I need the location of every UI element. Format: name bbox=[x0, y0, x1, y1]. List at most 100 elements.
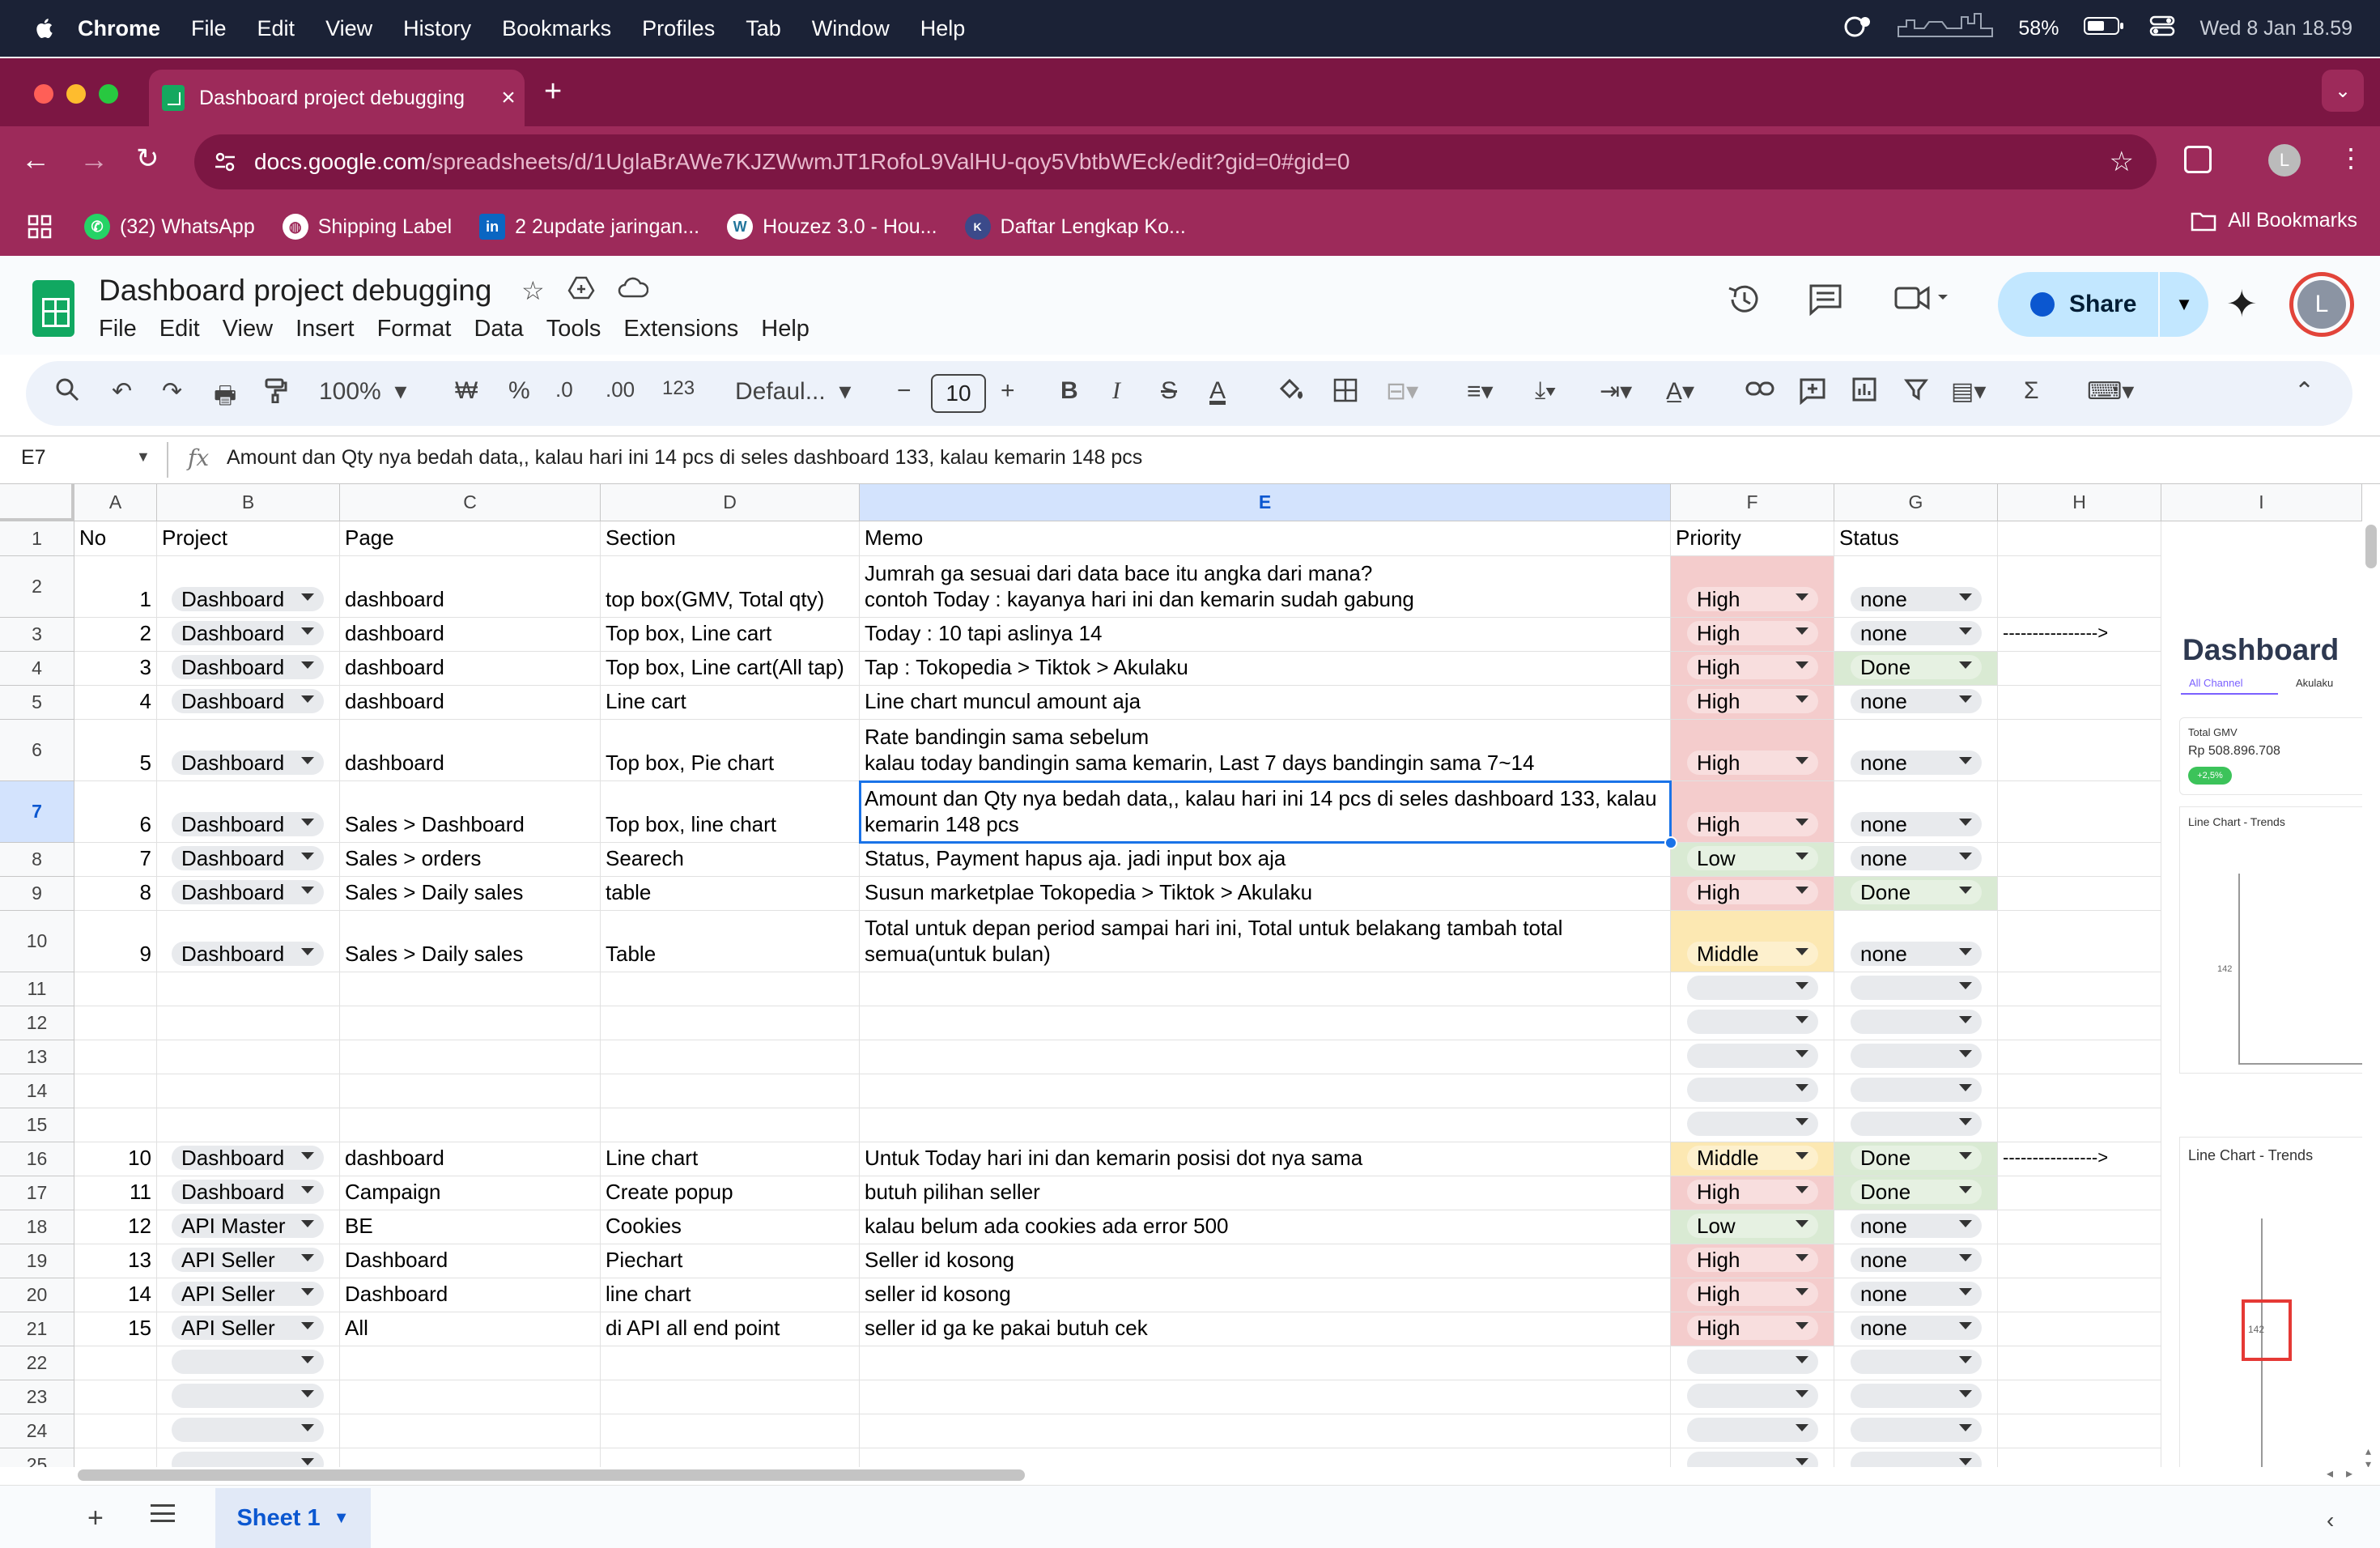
cell-section[interactable]: Cookies bbox=[601, 1210, 860, 1244]
cell-page[interactable] bbox=[340, 1380, 601, 1414]
cell-page[interactable]: dashboard bbox=[340, 1142, 601, 1176]
cell-page[interactable]: Sales > Daily sales bbox=[340, 877, 601, 911]
status-dropdown-chip[interactable]: none bbox=[1851, 846, 1982, 870]
project-dropdown-chip[interactable]: Dashboard bbox=[172, 942, 324, 966]
all-bookmarks-button[interactable]: All Bookmarks bbox=[2191, 209, 2357, 232]
cell-memo[interactable] bbox=[860, 1006, 1671, 1040]
cell-no[interactable] bbox=[74, 1380, 157, 1414]
cell-h[interactable]: ----------------> bbox=[1998, 618, 2161, 652]
cell-memo[interactable] bbox=[860, 1448, 1671, 1467]
row-header[interactable]: 14 bbox=[0, 1074, 74, 1108]
cell-memo[interactable]: Tap : Tokopedia > Tiktok > Akulaku bbox=[860, 652, 1671, 686]
cell-page[interactable] bbox=[340, 1108, 601, 1142]
cell-section[interactable] bbox=[601, 1414, 860, 1448]
decrease-decimal-button[interactable]: .0 bbox=[555, 377, 573, 402]
row-header[interactable]: 17 bbox=[0, 1176, 74, 1210]
cell-section[interactable] bbox=[601, 1346, 860, 1380]
priority-dropdown-chip[interactable]: Middle bbox=[1687, 942, 1818, 966]
cell-section[interactable] bbox=[601, 1074, 860, 1108]
hide-menus-icon[interactable]: ⌃ bbox=[2294, 377, 2314, 406]
cell-h[interactable] bbox=[1998, 1278, 2161, 1312]
cell-section[interactable]: Piechart bbox=[601, 1244, 860, 1278]
cell-no[interactable] bbox=[74, 1006, 157, 1040]
row-header[interactable]: 19 bbox=[0, 1244, 74, 1278]
status-dropdown-chip[interactable]: Done bbox=[1851, 1180, 1982, 1204]
percent-format-button[interactable]: % bbox=[508, 377, 530, 405]
status-dropdown-chip[interactable]: none bbox=[1851, 689, 1982, 713]
cell-page[interactable]: dashboard bbox=[340, 556, 601, 618]
priority-dropdown-chip[interactable] bbox=[1687, 1112, 1818, 1136]
column-header-f[interactable]: F bbox=[1671, 484, 1834, 521]
filter-icon[interactable] bbox=[1904, 377, 1928, 408]
cell-project[interactable] bbox=[157, 1040, 340, 1074]
column-header-b[interactable]: B bbox=[157, 484, 340, 521]
status-dropdown-chip[interactable] bbox=[1851, 1384, 1982, 1408]
row-header[interactable]: 16 bbox=[0, 1142, 74, 1176]
cell-project[interactable] bbox=[157, 972, 340, 1006]
header-cell-no[interactable]: No bbox=[74, 521, 157, 556]
bookmark-whatsapp[interactable]: ✆ (32) WhatsApp bbox=[84, 214, 255, 240]
project-dropdown-chip[interactable] bbox=[172, 1452, 324, 1467]
cell-h[interactable] bbox=[1998, 972, 2161, 1006]
project-dropdown-chip[interactable]: Dashboard bbox=[172, 846, 324, 870]
project-dropdown-chip[interactable]: API Seller bbox=[172, 1282, 324, 1306]
sheets-menu-insert[interactable]: Insert bbox=[295, 316, 355, 342]
cell[interactable] bbox=[1998, 521, 2161, 556]
cell-no[interactable] bbox=[74, 1414, 157, 1448]
cell-no[interactable] bbox=[74, 972, 157, 1006]
status-dropdown-chip[interactable] bbox=[1851, 1452, 1982, 1467]
project-dropdown-chip[interactable] bbox=[172, 1350, 324, 1374]
project-dropdown-chip[interactable]: API Seller bbox=[172, 1248, 324, 1272]
cell-page[interactable]: Sales > Dashboard bbox=[340, 781, 601, 843]
status-dropdown-chip[interactable]: Done bbox=[1851, 880, 1982, 904]
cell-memo[interactable]: Total untuk depan period sampai hari ini… bbox=[860, 911, 1671, 972]
project-dropdown-chip[interactable]: Dashboard bbox=[172, 751, 324, 775]
cell-no[interactable] bbox=[74, 1040, 157, 1074]
cell-section[interactable]: line chart bbox=[601, 1278, 860, 1312]
version-history-icon[interactable] bbox=[1726, 283, 1762, 324]
insert-chart-icon[interactable] bbox=[1852, 377, 1876, 408]
column-header-h[interactable]: H bbox=[1998, 484, 2161, 521]
priority-dropdown-chip[interactable]: High bbox=[1687, 880, 1818, 904]
status-dropdown-chip[interactable]: Done bbox=[1851, 655, 1982, 679]
side-panel-toggle-icon[interactable]: ‹ bbox=[2327, 1508, 2334, 1533]
sheets-menu-view[interactable]: View bbox=[223, 316, 273, 342]
cell-page[interactable] bbox=[340, 1414, 601, 1448]
status-dropdown-chip[interactable]: none bbox=[1851, 942, 1982, 966]
cell-project[interactable] bbox=[157, 1006, 340, 1040]
move-to-drive-icon[interactable] bbox=[567, 275, 595, 306]
priority-dropdown-chip[interactable] bbox=[1687, 1078, 1818, 1102]
bookmark-houzez[interactable]: W Houzez 3.0 - Hou... bbox=[727, 214, 937, 240]
all-sheets-icon[interactable] bbox=[151, 1504, 175, 1522]
redo-icon[interactable]: ↷ bbox=[162, 377, 182, 406]
cell-section[interactable] bbox=[601, 972, 860, 1006]
priority-dropdown-chip[interactable]: High bbox=[1687, 1316, 1818, 1340]
insert-link-icon[interactable] bbox=[1745, 377, 1774, 405]
cell-no[interactable]: 5 bbox=[74, 720, 157, 781]
row-header[interactable]: 10 bbox=[0, 911, 74, 972]
cell-memo[interactable]: Rate bandingin sama sebelum kalau today … bbox=[860, 720, 1671, 781]
cell-h[interactable] bbox=[1998, 1346, 2161, 1380]
status-dropdown-chip[interactable]: none bbox=[1851, 1316, 1982, 1340]
priority-dropdown-chip[interactable]: Middle bbox=[1687, 1146, 1818, 1170]
cell-h[interactable] bbox=[1998, 556, 2161, 618]
embedded-dashboard-image[interactable]: Dashboard All Channel Akulaku Total GMV … bbox=[2166, 602, 2380, 1467]
cell-no[interactable]: 15 bbox=[74, 1312, 157, 1346]
name-box[interactable]: E7 bbox=[21, 446, 46, 470]
cell-section[interactable]: Top box, Line cart(All tap) bbox=[601, 652, 860, 686]
cell-h[interactable] bbox=[1998, 1414, 2161, 1448]
sheet-tab-dropdown-icon[interactable]: ▼ bbox=[334, 1509, 350, 1528]
cell-section[interactable]: Line cart bbox=[601, 686, 860, 720]
cell-memo[interactable]: seller id kosong bbox=[860, 1278, 1671, 1312]
cell-memo[interactable] bbox=[860, 1414, 1671, 1448]
cell-no[interactable] bbox=[74, 1448, 157, 1467]
sheets-menu-extensions[interactable]: Extensions bbox=[623, 316, 738, 342]
cell-memo[interactable]: kalau belum ada cookies ada error 500 bbox=[860, 1210, 1671, 1244]
vertical-scroll-thumb[interactable] bbox=[2365, 525, 2377, 568]
row-header[interactable]: 23 bbox=[0, 1380, 74, 1414]
fill-handle[interactable] bbox=[1664, 836, 1677, 849]
cell-h[interactable] bbox=[1998, 1244, 2161, 1278]
font-size-input[interactable]: 10 bbox=[931, 374, 986, 413]
sheets-menu-format[interactable]: Format bbox=[377, 316, 452, 342]
project-dropdown-chip[interactable]: Dashboard bbox=[172, 689, 324, 713]
